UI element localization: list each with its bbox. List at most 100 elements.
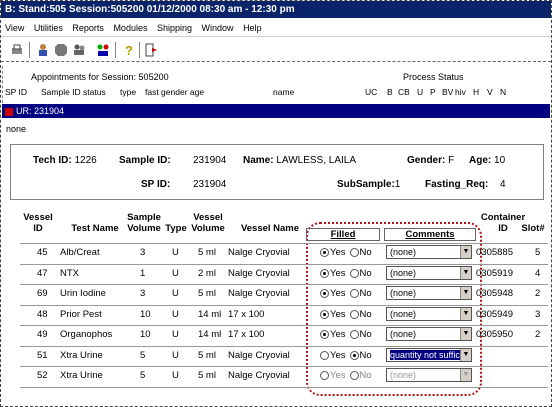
menu-window[interactable]: Window	[202, 23, 234, 33]
col-sample-id-status: Sample ID status	[41, 87, 106, 97]
cell-test-name: Urin Iodine	[60, 288, 106, 299]
sample-id-label: Sample ID:	[119, 155, 171, 166]
cell-vessel-name: Nalge Cryovial	[228, 267, 290, 279]
menu-help[interactable]: Help	[243, 23, 262, 33]
filled-radio-group[interactable]: Yes No	[320, 350, 376, 361]
comments-dropdown[interactable]: (none) ▼	[386, 327, 472, 341]
filled-radio-group[interactable]: Yes No	[320, 268, 376, 279]
cell-sample-volume: 10	[140, 329, 151, 340]
filled-no-radio[interactable]	[349, 350, 359, 360]
row-divider	[20, 386, 548, 388]
filled-radio-group[interactable]: Yes No	[320, 247, 376, 258]
chevron-down-icon[interactable]: ▼	[460, 246, 471, 258]
cell-sample-volume: 1	[140, 267, 146, 279]
stop-icon[interactable]	[53, 42, 69, 58]
chevron-down-icon[interactable]: ▼	[460, 287, 471, 299]
filled-radio-group[interactable]: Yes No	[320, 288, 376, 299]
row-divider	[20, 284, 548, 285]
col-cb: CB	[398, 87, 410, 97]
header-slot: Slot#	[521, 223, 545, 234]
filled-yes-radio[interactable]	[320, 309, 329, 319]
filled-yes-radio[interactable]	[320, 350, 329, 360]
cell-type: U	[172, 247, 179, 258]
col-u: U	[417, 87, 424, 97]
cell-slot: 3	[535, 308, 541, 320]
filled-no-radio[interactable]	[349, 309, 359, 319]
print-icon[interactable]	[9, 42, 25, 58]
menu-view[interactable]: View	[5, 23, 24, 33]
window-icon	[5, 107, 13, 116]
chevron-down-icon[interactable]: ▼	[460, 328, 471, 340]
cell-vessel-name: Nalge Cryovial	[228, 247, 290, 258]
cell-container-id: 0305919	[476, 267, 513, 279]
col-v: V	[487, 87, 493, 97]
help-icon[interactable]: ?	[121, 42, 137, 58]
comments-value: quantity not suffic	[390, 349, 460, 360]
filled-no-radio[interactable]	[349, 248, 359, 257]
filled-yes-radio[interactable]	[320, 330, 329, 339]
cell-test-name: Xtra Urine	[60, 349, 103, 361]
cell-type: U	[172, 267, 179, 279]
cell-test-name: Organophos	[60, 329, 113, 340]
comments-value: (none)	[390, 247, 417, 257]
cell-type: U	[172, 329, 179, 340]
person-icon[interactable]	[35, 42, 51, 58]
col-hiv: hiv	[455, 87, 466, 97]
comments-dropdown[interactable]: (none) ▼	[386, 245, 472, 259]
comments-dropdown[interactable]: (none) ▼	[386, 286, 472, 300]
cell-sample-volume: 5	[140, 370, 146, 381]
cell-slot: 2	[535, 329, 541, 340]
exit-icon[interactable]	[143, 42, 159, 58]
filled-no-label: No	[359, 267, 372, 279]
filled-no-label: No	[359, 370, 372, 381]
chevron-down-icon[interactable]: ▼	[460, 348, 471, 361]
row-divider	[20, 345, 548, 347]
cell-test-name: Prior Pest	[60, 308, 102, 320]
col-p: P	[430, 87, 436, 97]
group-icon[interactable]	[95, 42, 111, 58]
filled-yes-radio[interactable]	[320, 248, 329, 257]
filled-no-label: No	[359, 288, 372, 299]
filled-no-label: No	[359, 308, 372, 320]
row-divider	[20, 304, 548, 306]
cell-vessel-id: 45	[37, 247, 48, 258]
filled-yes-radio[interactable]	[320, 289, 329, 298]
cell-type: U	[172, 308, 179, 320]
comments-dropdown[interactable]: (none) ▼	[386, 368, 472, 382]
menu-reports[interactable]: Reports	[72, 23, 104, 33]
filled-yes-radio[interactable]	[320, 371, 329, 380]
comments-dropdown[interactable]: quantity not suffic ▼	[386, 347, 472, 362]
comments-dropdown[interactable]: (none) ▼	[386, 265, 472, 280]
filled-no-radio[interactable]	[349, 371, 359, 380]
fasting-req-value: 4	[500, 179, 506, 190]
cell-container-id: 0305949	[476, 308, 513, 320]
chevron-down-icon[interactable]: ▼	[460, 266, 471, 279]
cell-vessel-id: 51	[37, 349, 48, 361]
chevron-down-icon[interactable]: ▼	[460, 369, 471, 381]
filled-radio-group[interactable]: Yes No	[320, 370, 376, 381]
col-b: B	[387, 87, 393, 97]
filled-no-radio[interactable]	[349, 289, 359, 298]
filled-yes-label: Yes	[330, 288, 346, 299]
header-comments: Comments	[384, 228, 476, 241]
menu-modules[interactable]: Modules	[113, 23, 147, 33]
menu-bar: View Utilities Reports Modules Shipping …	[1, 20, 551, 36]
filled-yes-radio[interactable]	[320, 268, 329, 278]
comments-value: (none)	[390, 267, 417, 278]
cell-vessel-id: 47	[37, 267, 48, 279]
menu-utilities[interactable]: Utilities	[34, 23, 63, 33]
filled-no-radio[interactable]	[349, 330, 359, 339]
header-vessel-name: Vessel Name	[240, 223, 300, 234]
filled-yes-label: Yes	[330, 329, 346, 340]
comments-dropdown[interactable]: (none) ▼	[386, 306, 472, 321]
filled-radio-group[interactable]: Yes No	[320, 309, 376, 320]
menu-shipping[interactable]: Shipping	[157, 23, 192, 33]
header-sample-volume: Sample Volume	[127, 212, 161, 234]
people-icon[interactable]	[71, 42, 87, 58]
filled-radio-group[interactable]: Yes No	[320, 329, 376, 340]
chevron-down-icon[interactable]: ▼	[460, 307, 471, 320]
cell-vessel-id: 48	[37, 308, 48, 320]
filled-no-radio[interactable]	[349, 268, 359, 278]
cell-vessel-id: 52	[37, 370, 48, 381]
age-value: 10	[494, 155, 506, 166]
